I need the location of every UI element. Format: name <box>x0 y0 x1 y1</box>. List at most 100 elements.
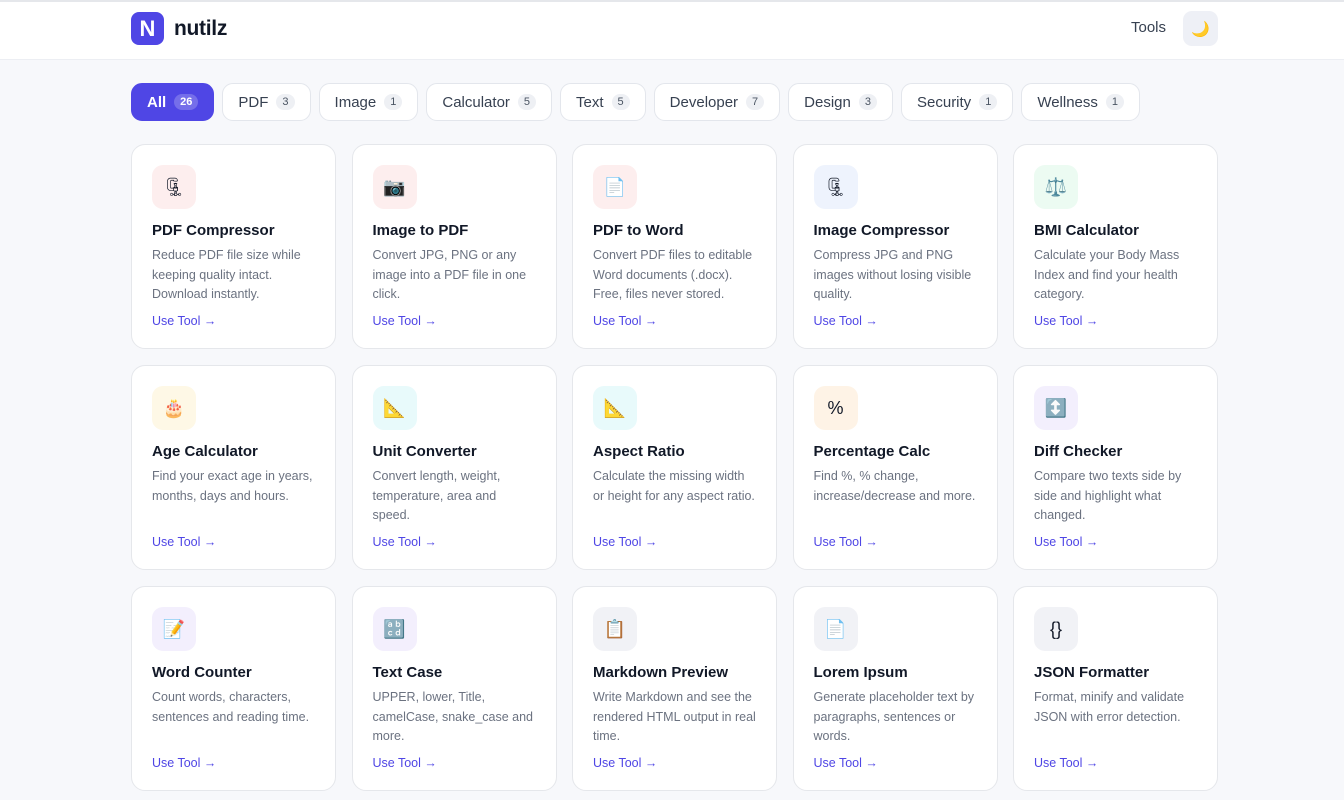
category-filters: All 26 PDF 3 Image 1 Calculator 5 Text 5 Developer… <box>131 83 1141 121</box>
tool-description: Calculate the missing width or height fo… <box>593 469 755 503</box>
percent-icon: % <box>813 386 858 430</box>
tool-title: Image to PDF <box>372 222 469 239</box>
filter-count-badge: 3 <box>858 94 877 110</box>
memo-icon: 📝 <box>152 607 196 651</box>
filter-label: Text <box>576 93 604 111</box>
filter-count-badge: 3 <box>276 94 295 110</box>
tool-card[interactable]: 📋 Markdown Preview Write Markdown and see … <box>572 586 777 791</box>
filter-label: Security <box>917 93 972 111</box>
logo-link[interactable]: N nutilz <box>131 12 227 45</box>
tool-card[interactable]: 📐 Unit Converter Convert length, weight, t… <box>351 365 557 570</box>
filter-chip-text[interactable]: Text 5 <box>560 83 646 121</box>
tool-description: Count words, characters, sentences and r… <box>152 690 310 724</box>
use-tool-link[interactable]: Use Tool → <box>814 314 878 328</box>
filter-chip-wellness[interactable]: Wellness 1 <box>1021 83 1141 121</box>
tool-description: UPPER, lower, Title, camelCase, snake_ca… <box>372 690 534 743</box>
use-tool-link[interactable]: Use Tool → <box>1034 756 1098 770</box>
filter-count-badge: 26 <box>174 94 199 110</box>
tool-title: Diff Checker <box>1034 443 1123 460</box>
document-icon: 📄 <box>813 607 858 651</box>
use-tool-link[interactable]: Use Tool → <box>373 756 437 770</box>
filter-label: Calculator <box>442 93 510 111</box>
site-header: N nutilz Tools 🌙 <box>0 2 1344 60</box>
filter-chip-all[interactable]: All 26 <box>131 83 215 121</box>
tool-description: Convert JPG, PNG or any image into a PDF… <box>372 248 527 301</box>
filter-label: Design <box>804 93 851 111</box>
tool-card[interactable]: 🗜 PDF Compressor Reduce PDF file size whil… <box>131 144 336 349</box>
tool-title: Text Case <box>372 664 443 681</box>
tool-card[interactable]: ⚖️ BMI Calculator Calculate your Body Mass… <box>1013 144 1218 349</box>
tool-card[interactable]: 📄 Lorem Ipsum Generate placeholder text by… <box>792 586 998 791</box>
filter-chip-image[interactable]: Image 1 <box>318 83 419 121</box>
filter-chip-security[interactable]: Security 1 <box>901 83 1014 121</box>
tool-card[interactable]: 📷 Image to PDF Convert JPG, PNG or any ima… <box>351 144 557 349</box>
clamp-icon: 🗜 <box>152 165 196 209</box>
filter-count-badge: 5 <box>611 94 630 110</box>
abcd-icon: 🔡 <box>372 607 417 651</box>
filter-chip-developer[interactable]: Developer 7 <box>653 83 781 121</box>
filter-label: All <box>147 93 167 111</box>
cake-icon: 🎂 <box>152 386 196 430</box>
tool-card[interactable]: 📝 Word Counter Count words, characters, se… <box>131 586 336 791</box>
brand-name: nutilz <box>174 16 228 40</box>
tool-card[interactable]: ↕️ Diff Checker Compare two texts side by … <box>1013 365 1218 570</box>
tool-card[interactable]: 🔡 Text Case UPPER, lower, Title, camelCase… <box>351 586 557 791</box>
tool-title: JSON Formatter <box>1034 664 1150 681</box>
tool-description: Calculate your Body Mass Index and find … <box>1034 248 1180 301</box>
clipboard-icon: 📋 <box>593 607 637 651</box>
tool-description: Write Markdown and see the rendered HTML… <box>593 690 756 743</box>
use-tool-link[interactable]: Use Tool → <box>373 535 437 549</box>
use-tool-link[interactable]: Use Tool → <box>152 756 216 770</box>
use-tool-link[interactable]: Use Tool → <box>814 535 878 549</box>
camera-icon: 📷 <box>372 165 417 209</box>
filter-count-badge: 5 <box>517 94 537 110</box>
filter-chip-design[interactable]: Design 3 <box>788 83 893 121</box>
document-icon: 📄 <box>593 165 637 209</box>
use-tool-link[interactable]: Use Tool → <box>1034 535 1098 549</box>
moon-icon: 🌙 <box>1191 20 1210 38</box>
tool-title: PDF Compressor <box>152 222 275 239</box>
use-tool-link[interactable]: Use Tool → <box>593 756 657 770</box>
braces-icon: {} <box>1034 607 1078 651</box>
tools-grid: 🗜 PDF Compressor Reduce PDF file size whil… <box>131 144 1218 791</box>
tool-card[interactable]: {} JSON Formatter Format, minify and valid… <box>1013 586 1218 791</box>
use-tool-link[interactable]: Use Tool → <box>373 314 437 328</box>
filter-label: Developer <box>669 93 739 111</box>
filter-label: PDF <box>238 93 269 111</box>
use-tool-link[interactable]: Use Tool → <box>152 535 216 549</box>
tool-card[interactable]: 📐 Aspect Ratio Calculate the missing width… <box>572 365 777 570</box>
tool-description: Convert length, weight, temperature, are… <box>372 469 501 522</box>
tool-card[interactable]: 🗜 Image Compressor Compress JPG and PNG im… <box>792 144 998 349</box>
tool-description: Generate placeholder text by paragraphs,… <box>813 690 975 743</box>
theme-toggle-button[interactable]: 🌙 <box>1183 11 1218 46</box>
tool-title: Lorem Ipsum <box>813 664 908 681</box>
triangle-ruler-icon: 📐 <box>593 386 637 430</box>
logo-icon: N <box>131 12 164 45</box>
up-down-arrow-icon: ↕️ <box>1034 386 1078 430</box>
filter-chip-calculator[interactable]: Calculator 5 <box>426 83 553 121</box>
filter-count-badge: 1 <box>384 94 403 110</box>
tool-card[interactable]: % Percentage Calc Find %, % change, increa… <box>792 365 998 570</box>
tool-description: Convert PDF files to editable Word docum… <box>593 248 753 301</box>
filter-label: Image <box>334 93 377 111</box>
clamp-icon: 🗜 <box>813 165 858 209</box>
tool-title: BMI Calculator <box>1034 222 1140 239</box>
tool-description: Compare two texts side by side and highl… <box>1034 469 1182 522</box>
use-tool-link[interactable]: Use Tool → <box>814 756 878 770</box>
tool-description: Compress JPG and PNG images without losi… <box>813 248 972 301</box>
use-tool-link[interactable]: Use Tool → <box>1034 314 1098 328</box>
scale-icon: ⚖️ <box>1034 165 1078 209</box>
tool-title: Percentage Calc <box>813 443 931 460</box>
tool-description: Reduce PDF file size while keeping quali… <box>152 248 301 301</box>
tool-title: Markdown Preview <box>593 664 729 681</box>
filter-chip-pdf[interactable]: PDF 3 <box>222 83 311 121</box>
filter-label: Wellness <box>1037 93 1098 111</box>
tool-card[interactable]: 📄 PDF to Word Convert PDF files to editabl… <box>572 144 777 349</box>
use-tool-link[interactable]: Use Tool → <box>593 314 657 328</box>
tool-title: Aspect Ratio <box>593 443 685 460</box>
use-tool-link[interactable]: Use Tool → <box>593 535 657 549</box>
use-tool-link[interactable]: Use Tool → <box>152 314 216 328</box>
tool-card[interactable]: 🎂 Age Calculator Find your exact age in ye… <box>131 365 336 570</box>
tool-title: Image Compressor <box>813 222 950 239</box>
nav-tools-link[interactable]: Tools <box>1131 19 1166 36</box>
